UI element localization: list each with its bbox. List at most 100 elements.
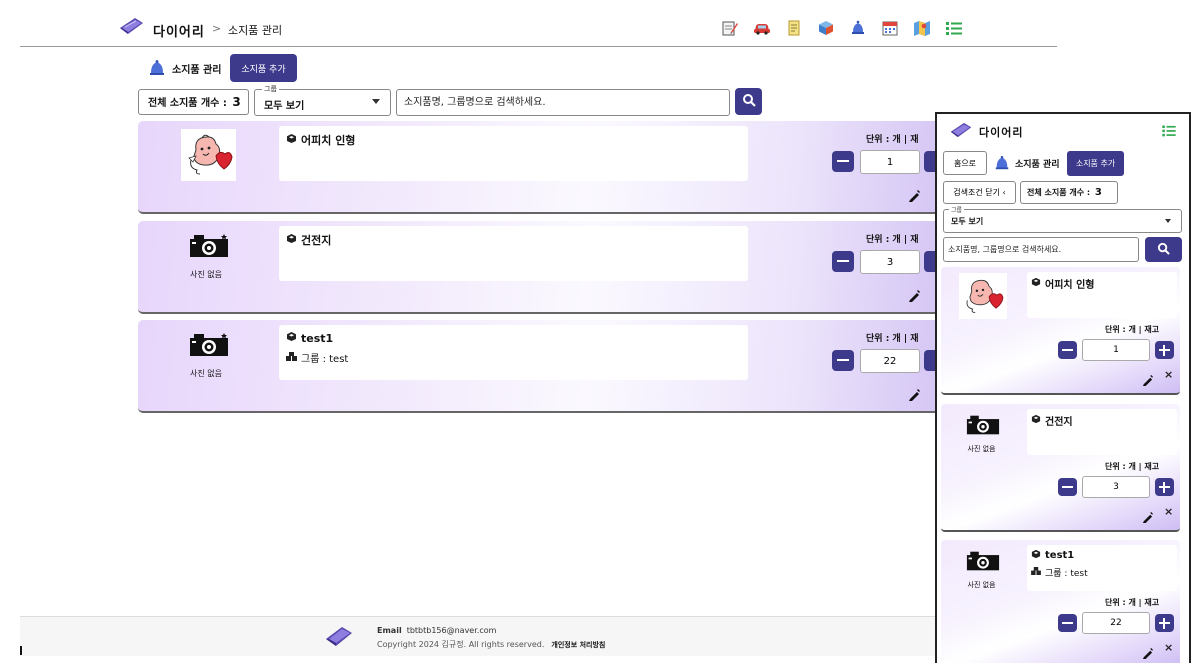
document-icon[interactable]: [784, 18, 803, 37]
diary-book-logo-icon[interactable]: [118, 17, 145, 39]
chevron-down-icon: [1165, 219, 1171, 223]
group-select[interactable]: 그룹 모두 보기: [254, 84, 391, 116]
increment-button[interactable]: [1155, 614, 1174, 632]
quantity-input[interactable]: [860, 150, 920, 174]
page-title: 소지품 관리: [172, 65, 222, 76]
delete-close-icon[interactable]: ×: [1164, 641, 1173, 655]
home-button[interactable]: 홈으로: [943, 151, 987, 175]
item-info: 건전지: [279, 226, 748, 281]
item-name[interactable]: test1: [301, 332, 333, 345]
search-icon: [1157, 242, 1170, 258]
bell-icon: [994, 155, 1010, 175]
box-icon: [286, 133, 297, 147]
header-divider: [20, 46, 1057, 47]
item-group: 그룹 : test: [301, 354, 349, 365]
copyright-text: Copyright 2024 김규정. All rights reserved.: [377, 640, 545, 649]
total-count-value: 3: [1094, 187, 1102, 198]
quantity-input[interactable]: [1082, 339, 1150, 361]
item-card: 사진 없음 건전지 단위 : 개 | 재고 ×: [941, 404, 1180, 532]
chevron-down-icon: [372, 99, 380, 104]
top-header: 다이어리 > 소지품 관리: [0, 0, 1200, 47]
close-filter-button[interactable]: 검색조건 닫기 ‹: [943, 181, 1016, 204]
total-count-label: 전체 소지품 개수 :: [1027, 188, 1091, 197]
diary-book-logo-icon[interactable]: [949, 122, 973, 142]
map-icon[interactable]: [912, 18, 931, 37]
footer-email: Email tbtbtb156@naver.com: [377, 626, 496, 635]
page-corner-mark: [20, 646, 22, 655]
calendar-icon[interactable]: [880, 18, 899, 37]
item-card: 어피치 인형 단위 : 개 | 재고 ×: [941, 267, 1180, 395]
add-item-button[interactable]: 소지품 추가: [1067, 151, 1124, 176]
bell-icon[interactable]: [848, 18, 867, 37]
search-input[interactable]: [396, 89, 730, 116]
unit-stock-label: 단위 : 개 | 재: [866, 334, 919, 344]
item-photo: [181, 129, 236, 181]
edit-pencil-icon[interactable]: [908, 386, 920, 405]
mobile-preview-panel: 다이어리 홈으로 소지품 관리 소지품 추가 검색조건 닫기 ‹ 전체 소지품 …: [935, 112, 1191, 663]
delete-close-icon[interactable]: ×: [1164, 505, 1173, 519]
unit-stock-label: 단위 : 개 | 재고: [1105, 325, 1160, 334]
edit-pencil-icon[interactable]: [1142, 371, 1153, 390]
footer-email-address[interactable]: tbtbtb156@naver.com: [407, 626, 497, 635]
search-button[interactable]: [735, 88, 762, 115]
group-select-label: 그룹: [949, 205, 965, 214]
cube-icon[interactable]: [816, 18, 835, 37]
increment-button[interactable]: [1155, 341, 1174, 359]
add-item-button[interactable]: 소지품 추가: [230, 54, 297, 82]
decrement-button[interactable]: [1058, 478, 1077, 496]
item-card: 어피치 인형 단위 : 개 | 재: [138, 121, 958, 214]
item-name[interactable]: 건전지: [1045, 413, 1073, 428]
camera-icon: [966, 415, 1000, 440]
increment-button[interactable]: [1155, 478, 1174, 496]
search-input[interactable]: [943, 237, 1139, 262]
box-icon: [286, 331, 297, 345]
decrement-button[interactable]: [832, 251, 854, 272]
item-name[interactable]: 어피치 인형: [301, 132, 355, 148]
camera-icon: [189, 234, 229, 263]
quantity-input[interactable]: [1082, 476, 1150, 498]
item-card: 사진 없음 test1 그룹 : test 단위 : 개 | 재고 ×: [941, 540, 1180, 663]
item-info: 건전지: [1027, 409, 1177, 455]
decrement-button[interactable]: [832, 151, 854, 172]
privacy-policy-link[interactable]: 개인정보 처리방침: [551, 641, 605, 649]
item-photo: [959, 273, 1007, 319]
edit-pencil-icon[interactable]: [908, 187, 920, 206]
decrement-button[interactable]: [1058, 341, 1077, 359]
item-name[interactable]: 건전지: [301, 232, 331, 248]
quantity-input[interactable]: [1082, 612, 1150, 634]
apeach-doll-icon: [966, 279, 1004, 313]
box-icon: [286, 233, 297, 247]
search-button[interactable]: [1145, 237, 1182, 262]
edit-pencil-icon[interactable]: [1142, 644, 1153, 663]
no-photo-placeholder: 사진 없음: [188, 233, 230, 280]
no-photo-label: 사진 없음: [190, 270, 222, 279]
edit-pencil-icon[interactable]: [1142, 508, 1153, 527]
memo-icon[interactable]: [720, 18, 739, 37]
brand-title[interactable]: 다이어리: [153, 21, 205, 40]
top-nav: [720, 18, 963, 37]
box-icon: [1031, 414, 1041, 427]
bell-icon: [148, 59, 166, 81]
box-icon: [1031, 277, 1041, 290]
group-select[interactable]: 그룹 모두 보기: [943, 205, 1182, 233]
quantity-input[interactable]: [860, 250, 920, 274]
diary-book-logo-icon: [324, 625, 354, 651]
decrement-button[interactable]: [832, 350, 854, 371]
no-photo-placeholder: 사진 없음: [965, 414, 1001, 454]
car-icon[interactable]: [752, 18, 771, 37]
list-menu-icon[interactable]: [1161, 123, 1177, 142]
decrement-button[interactable]: [1058, 614, 1077, 632]
edit-pencil-icon[interactable]: [908, 287, 920, 306]
no-photo-label: 사진 없음: [967, 581, 996, 589]
brand-title[interactable]: 다이어리: [979, 124, 1023, 140]
boxes-icon: [286, 351, 297, 364]
item-name[interactable]: 어피치 인형: [1045, 276, 1094, 291]
unit-stock-label: 단위 : 개 | 재고: [1105, 598, 1160, 607]
quantity-input[interactable]: [860, 349, 920, 373]
item-card: 사진 없음 건전지 단위 : 개 | 재: [138, 221, 958, 314]
unit-stock-label: 단위 : 개 | 재고: [1105, 462, 1160, 471]
delete-close-icon[interactable]: ×: [1164, 368, 1173, 382]
item-name[interactable]: test1: [1045, 550, 1074, 561]
item-info: 어피치 인형: [1027, 272, 1177, 318]
list-icon[interactable]: [944, 18, 963, 37]
